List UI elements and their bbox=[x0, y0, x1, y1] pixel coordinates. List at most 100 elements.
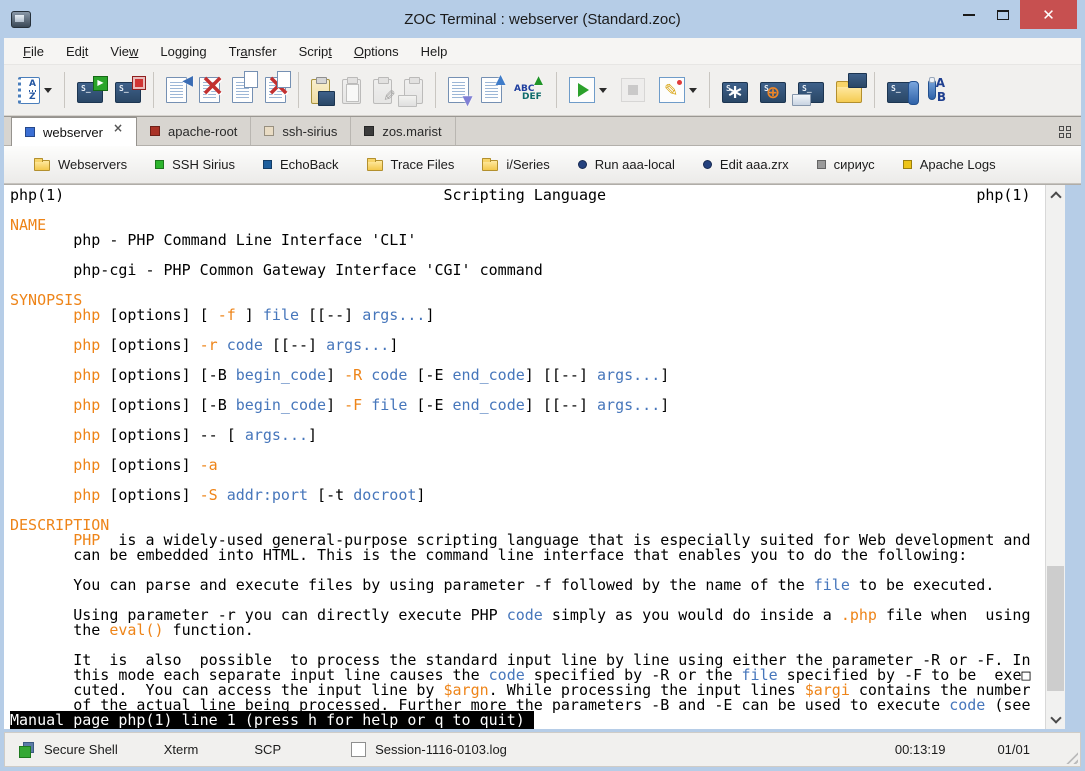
select-screen-button[interactable] bbox=[754, 68, 792, 112]
close-session-button[interactable] bbox=[109, 68, 147, 112]
run-script-icon bbox=[569, 77, 595, 103]
terminal-line: the eval() function. bbox=[10, 623, 1045, 638]
menu-help[interactable]: Help bbox=[410, 38, 459, 64]
terminal-area: php(1) Scripting Language php(1)NAME php… bbox=[4, 184, 1081, 729]
menu-view[interactable]: View bbox=[99, 38, 149, 64]
title-bar: ZOC Terminal : webserver (Standard.zoc) … bbox=[0, 0, 1085, 38]
text-settings-icon bbox=[925, 77, 949, 104]
print-clipboard-button bbox=[398, 68, 429, 112]
session-color-chip bbox=[25, 127, 35, 137]
tab-close-icon[interactable]: × bbox=[113, 121, 123, 135]
x-over-icon bbox=[266, 71, 285, 101]
send-file-button[interactable] bbox=[475, 68, 508, 112]
host-profile-button[interactable] bbox=[881, 68, 919, 112]
quickbar-edit-aaa-zrx[interactable]: Edit aaa.zrx bbox=[689, 146, 803, 183]
tab-ssh-sirius[interactable]: ssh-sirius bbox=[251, 117, 351, 145]
print-screen-icon bbox=[798, 82, 824, 103]
resize-grip[interactable] bbox=[1065, 751, 1078, 764]
quickbar-ssh-sirius[interactable]: SSH Sirius bbox=[141, 146, 249, 183]
edit-script-button[interactable] bbox=[653, 68, 703, 112]
quickbar-run-aaa-local[interactable]: Run aaa-local bbox=[564, 146, 689, 183]
toolbar-separator bbox=[709, 72, 710, 108]
tab-zos-marist[interactable]: zos.marist bbox=[351, 117, 455, 145]
minimize-button[interactable] bbox=[952, 0, 986, 29]
quickbar-webservers[interactable]: Webservers bbox=[20, 146, 141, 183]
circle-icon bbox=[703, 160, 712, 169]
quickbar-label: Edit aaa.zrx bbox=[720, 157, 789, 172]
tab-grid-icon[interactable] bbox=[1059, 126, 1071, 138]
maximize-icon bbox=[997, 10, 1009, 20]
quickbar-i-series[interactable]: i/Series bbox=[468, 146, 563, 183]
quickbar-apache-logs[interactable]: Apache Logs bbox=[889, 146, 1010, 183]
tab-label: webserver bbox=[43, 125, 103, 140]
close-profile-button[interactable] bbox=[259, 68, 292, 112]
zoc-terminal-window: ZOC Terminal : webserver (Standard.zoc) … bbox=[0, 0, 1085, 771]
address-book-button[interactable] bbox=[12, 68, 58, 112]
quickbar-echoback[interactable]: EchoBack bbox=[249, 146, 353, 183]
print-screen-button[interactable] bbox=[792, 68, 830, 112]
connection-type[interactable]: Secure Shell bbox=[44, 742, 118, 757]
quickbar-сириус[interactable]: сириус bbox=[803, 146, 889, 183]
send-text-button[interactable] bbox=[508, 68, 550, 112]
quickbar-label: Apache Logs bbox=[920, 157, 996, 172]
toolbar bbox=[4, 64, 1081, 116]
host-profile-icon bbox=[887, 82, 913, 103]
log-checkbox[interactable] bbox=[351, 742, 366, 757]
quickbar-label: Trace Files bbox=[391, 157, 455, 172]
dropdown-caret-icon[interactable] bbox=[599, 88, 607, 93]
scrollbar-thumb[interactable] bbox=[1047, 566, 1064, 691]
run-script-button[interactable] bbox=[563, 68, 613, 112]
app-icon[interactable] bbox=[11, 11, 31, 28]
text-settings-button[interactable] bbox=[919, 68, 955, 112]
quickbar-label: сириус bbox=[834, 157, 875, 172]
receive-file-button[interactable] bbox=[442, 68, 475, 112]
dropdown-caret-icon[interactable] bbox=[44, 88, 52, 93]
menu-script[interactable]: Script bbox=[288, 38, 343, 64]
menu-edit[interactable]: Edit bbox=[55, 38, 99, 64]
scroll-up-icon[interactable] bbox=[1046, 186, 1065, 203]
dropdown-caret-icon[interactable] bbox=[689, 88, 697, 93]
tube-small-icon bbox=[928, 79, 936, 100]
session-profile-button[interactable] bbox=[226, 68, 259, 112]
disconnect-session-button[interactable] bbox=[193, 68, 226, 112]
quickbar-trace-files[interactable]: Trace Files bbox=[353, 146, 469, 183]
toolbar-separator bbox=[435, 72, 436, 108]
menu-options[interactable]: Options bbox=[343, 38, 410, 64]
freeze-screen-button[interactable] bbox=[716, 68, 754, 112]
terminal-line: php [options] [-B begin_code] -R code [-… bbox=[10, 368, 1045, 383]
send-text-icon bbox=[514, 77, 544, 103]
terminal-output[interactable]: php(1) Scripting Language php(1)NAME php… bbox=[4, 185, 1045, 729]
menu-logging[interactable]: Logging bbox=[149, 38, 217, 64]
tab-apache-root[interactable]: apache-root bbox=[137, 117, 251, 145]
window-title: ZOC Terminal : webserver (Standard.zoc) bbox=[0, 0, 1085, 38]
print-clipboard-icon bbox=[404, 79, 423, 104]
maximize-button[interactable] bbox=[986, 0, 1020, 29]
tab-label: zos.marist bbox=[382, 124, 441, 139]
session-folder-button[interactable] bbox=[830, 68, 868, 112]
edit-script-icon bbox=[659, 77, 685, 103]
connect-session-button[interactable] bbox=[160, 68, 193, 112]
terminal-line bbox=[10, 203, 1045, 218]
paste-to-terminal-button[interactable] bbox=[305, 68, 336, 112]
terminal-line: php(1) Scripting Language php(1) bbox=[10, 188, 1045, 203]
terminal-line: php [options] -- [ args...] bbox=[10, 428, 1045, 443]
square-icon bbox=[903, 160, 912, 169]
menu-transfer[interactable]: Transfer bbox=[218, 38, 288, 64]
toolbar-separator bbox=[556, 72, 557, 108]
scroll-down-icon[interactable] bbox=[1046, 711, 1065, 728]
close-button[interactable]: ✕ bbox=[1020, 0, 1077, 29]
terminal-line: php [options] -r code [[--] args...] bbox=[10, 338, 1045, 353]
tab-webserver[interactable]: webserver × bbox=[11, 117, 137, 146]
select-screen-icon bbox=[760, 82, 786, 103]
new-session-button[interactable] bbox=[71, 68, 109, 112]
menu-file[interactable]: File bbox=[12, 38, 55, 64]
stop-script-button bbox=[613, 68, 653, 112]
tab-label: ssh-sirius bbox=[282, 124, 337, 139]
transfer-protocol[interactable]: SCP bbox=[254, 742, 281, 757]
freeze-screen-icon bbox=[722, 82, 748, 103]
emulation-type[interactable]: Xterm bbox=[164, 742, 199, 757]
terminal-scrollbar[interactable] bbox=[1045, 185, 1065, 729]
quickbar-label: i/Series bbox=[506, 157, 549, 172]
address-book-icon bbox=[18, 77, 40, 104]
log-file-label[interactable]: Session-1116-0103.log bbox=[375, 742, 507, 757]
